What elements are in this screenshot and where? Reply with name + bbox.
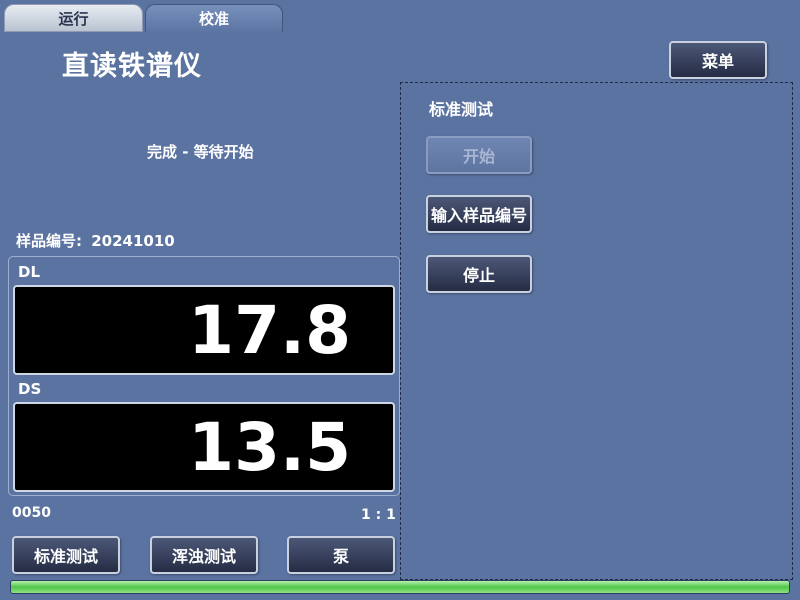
menu-button[interactable]: 菜单 [669,41,767,79]
readings-panel: DL 17.8 DS 13.5 [8,256,400,496]
progress-fill [11,581,789,593]
dl-display: 17.8 [13,285,395,375]
counter-value: 0050 [12,505,51,521]
sample-number-label: 样品编号: [16,232,82,250]
turbidity-test-button[interactable]: 浑浊测试 [150,536,258,574]
standard-test-button[interactable]: 标准测试 [12,536,120,574]
tab-run[interactable]: 运行 [4,4,143,32]
ds-label: DS [18,380,42,398]
ds-value: 13.5 [188,408,351,486]
dl-label: DL [18,263,41,281]
sample-number: 样品编号: 20241010 [16,230,175,251]
sample-number-value: 20241010 [91,232,175,250]
app-title: 直读铁谱仪 [62,51,202,82]
dl-value: 17.8 [188,291,351,369]
status-text: 完成 - 等待开始 [147,143,254,161]
ratio-value: 1 : 1 [361,507,396,523]
start-button[interactable]: 开始 [426,136,532,174]
pump-button[interactable]: 泵 [287,536,395,574]
progress-bar [10,580,790,594]
panel-heading: 标准测试 [429,100,494,119]
tab-calibration[interactable]: 校准 [145,4,283,32]
input-sample-number-button[interactable]: 输入样品编号 [426,195,532,233]
stop-button[interactable]: 停止 [426,255,532,293]
ds-display: 13.5 [13,402,395,492]
